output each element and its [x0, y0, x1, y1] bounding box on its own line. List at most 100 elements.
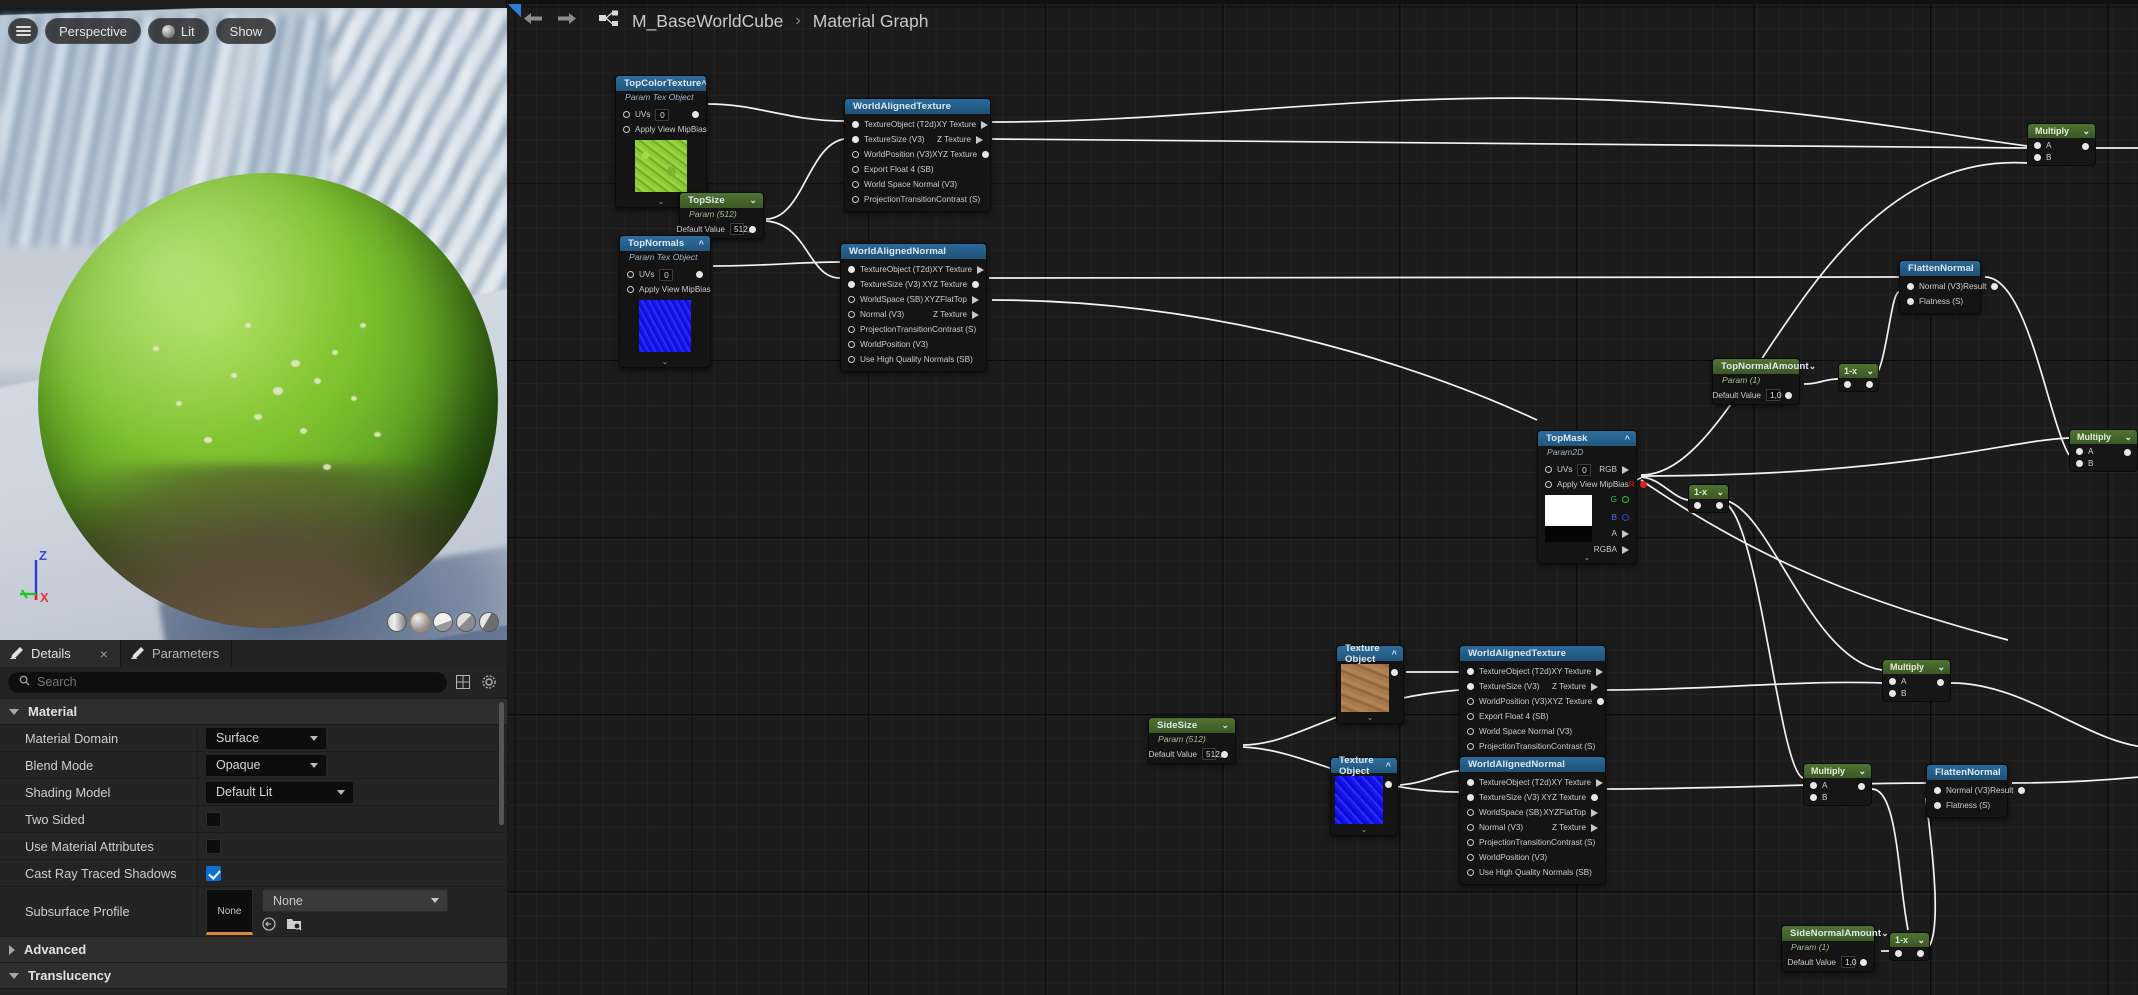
input-pin[interactable] — [1694, 502, 1701, 509]
chevron-down-icon[interactable]: ⌄ — [2082, 126, 2090, 137]
input-pin[interactable] — [848, 266, 855, 273]
output-pin[interactable] — [1622, 465, 1629, 474]
chevron-down-icon[interactable]: ⌄ — [1221, 720, 1229, 731]
uvs-value[interactable]: 0 — [1577, 463, 1592, 476]
material-preview-viewport[interactable]: Perspective Lit Show Z X — [0, 8, 507, 640]
browse-to-asset-icon[interactable] — [286, 917, 302, 936]
output-pin-a[interactable] — [1622, 529, 1629, 538]
output-pin[interactable] — [1596, 667, 1604, 676]
input-pin-a[interactable] — [1810, 782, 1817, 789]
output-pin[interactable] — [1716, 502, 1723, 509]
use-selected-asset-icon[interactable] — [262, 917, 276, 936]
output-pin[interactable] — [2082, 143, 2089, 150]
input-pin[interactable] — [1467, 698, 1474, 705]
node-header[interactable]: WorldAlignedNormal — [841, 244, 986, 259]
chevron-up-icon[interactable]: ^ — [1625, 434, 1630, 444]
preview-shape-buttons[interactable] — [387, 612, 499, 632]
input-pin[interactable] — [1844, 381, 1851, 388]
back-arrow-icon[interactable] — [522, 10, 544, 32]
node-oneminus-3[interactable]: 1-x ⌄ — [1889, 932, 1930, 961]
node-flattennormal-top[interactable]: FlattenNormal Normal (V3) Result Flatness… — [1899, 260, 1999, 314]
output-pin[interactable] — [1937, 679, 1944, 686]
node-topnormals[interactable]: TopNormals ^ Param Tex Object UVs 0 Appl… — [619, 235, 711, 368]
node-multiply-1[interactable]: Multiply ⌄ A B — [2027, 123, 2096, 166]
output-pin[interactable] — [1866, 381, 1873, 388]
output-pin-b[interactable] — [1622, 514, 1629, 521]
node-expand-chevron-icon[interactable]: ⌄ — [620, 356, 710, 367]
node-header[interactable]: TopNormals ^ — [620, 236, 710, 251]
input-pin[interactable] — [1467, 779, 1474, 786]
output-pin[interactable] — [1591, 808, 1598, 817]
input-pin-b[interactable] — [1810, 794, 1817, 801]
node-header[interactable]: TopSize ⌄ — [680, 193, 763, 208]
output-pin[interactable] — [982, 151, 990, 158]
input-pin[interactable] — [1895, 950, 1902, 957]
cast-ray-traced-shadows-checkbox[interactable] — [206, 865, 221, 881]
input-pin-b[interactable] — [2034, 154, 2041, 161]
tab-parameters[interactable]: Parameters — [121, 640, 233, 667]
node-topcolortexture[interactable]: TopColorTexture ^ Param Tex Object UVs 0… — [615, 75, 707, 208]
output-pin[interactable] — [972, 281, 979, 288]
node-header[interactable]: 1-x ⌄ — [1689, 485, 1728, 499]
node-worldalignedtexture-side[interactable]: WorldAlignedTexture TextureObject (T2d) X… — [1459, 645, 1606, 759]
property-row-two-sided[interactable]: Two Sided — [0, 806, 507, 833]
output-pin[interactable] — [2018, 787, 2026, 794]
node-header[interactable]: Multiply ⌄ — [1883, 660, 1950, 674]
category-material[interactable]: Material — [0, 699, 507, 725]
cylinder-preview-icon[interactable] — [387, 612, 407, 632]
input-pin[interactable] — [1467, 668, 1474, 675]
output-pin[interactable] — [1591, 682, 1598, 691]
output-pin[interactable] — [2124, 449, 2131, 456]
node-header[interactable]: SideNormalAmount ⌄ — [1782, 926, 1889, 941]
node-header[interactable]: TopNormalAmount ⌄ — [1713, 359, 1816, 374]
input-pin[interactable] — [1467, 794, 1474, 801]
output-pin-g[interactable] — [1622, 496, 1629, 503]
forward-arrow-icon[interactable] — [556, 10, 578, 32]
material-graph-canvas[interactable]: M_BaseWorldCube › Material Graph TopColo… — [508, 0, 2138, 995]
output-pin[interactable] — [981, 120, 989, 129]
node-worldalignednormal-top[interactable]: WorldAlignedNormal TextureObject (T2d) XY… — [840, 243, 987, 372]
chevron-down-icon[interactable]: ⌄ — [2124, 432, 2132, 443]
input-pin[interactable] — [627, 271, 634, 278]
chevron-down-icon[interactable]: ⌄ — [1716, 487, 1724, 498]
input-pin[interactable] — [848, 341, 855, 348]
input-pin-a[interactable] — [2076, 448, 2083, 455]
node-oneminus-1[interactable]: 1-x ⌄ — [1838, 363, 1879, 392]
material-domain-dropdown[interactable]: Surface — [206, 727, 326, 749]
chevron-up-icon[interactable]: ^ — [699, 239, 704, 249]
input-pin[interactable] — [623, 111, 630, 118]
node-header[interactable]: WorldAlignedTexture — [845, 99, 990, 114]
output-pin[interactable] — [1785, 391, 1792, 399]
perspective-button[interactable]: Perspective — [45, 18, 141, 44]
input-pin[interactable] — [1467, 743, 1474, 750]
node-header[interactable]: Multiply ⌄ — [2070, 430, 2137, 444]
plane-preview-icon[interactable] — [433, 612, 453, 632]
chevron-up-icon[interactable]: ^ — [701, 79, 706, 89]
input-pin[interactable] — [1545, 466, 1552, 473]
property-row-subsurface-profile[interactable]: Subsurface Profile None None — [0, 887, 507, 937]
lit-button[interactable]: Lit — [147, 18, 209, 44]
input-pin[interactable] — [1467, 728, 1474, 735]
node-header[interactable]: FlattenNormal — [1900, 261, 1980, 276]
input-pin-a[interactable] — [1889, 678, 1896, 685]
chevron-up-icon[interactable]: ^ — [1392, 649, 1397, 659]
input-pin[interactable] — [848, 296, 855, 303]
output-pin-rgba[interactable] — [1622, 545, 1629, 554]
two-sided-checkbox[interactable] — [206, 811, 221, 827]
input-pin[interactable] — [1934, 802, 1941, 809]
breadcrumb[interactable]: M_BaseWorldCube › Material Graph — [508, 0, 2138, 42]
node-textureobject-side-color[interactable]: Texture Object ^ ⌄ — [1336, 643, 1404, 724]
node-topnormalamount[interactable]: TopNormalAmount ⌄ Param (1) Default Valu… — [1712, 358, 1816, 405]
output-pin[interactable] — [1591, 794, 1598, 801]
output-pin-r[interactable] — [1639, 481, 1647, 488]
subsurface-profile-thumbnail[interactable]: None — [206, 889, 253, 935]
close-icon[interactable]: × — [100, 647, 108, 661]
node-header[interactable]: WorldAlignedTexture — [1460, 646, 1605, 661]
output-pin[interactable] — [1597, 698, 1605, 705]
input-pin-b[interactable] — [2076, 460, 2083, 467]
viewport-toolbar[interactable]: Perspective Lit Show — [8, 18, 277, 44]
blend-mode-dropdown[interactable]: Opaque — [206, 754, 326, 776]
input-pin[interactable] — [852, 151, 859, 158]
output-pin[interactable] — [972, 295, 979, 304]
default-value-field[interactable]: 1,0 — [1841, 956, 1857, 968]
